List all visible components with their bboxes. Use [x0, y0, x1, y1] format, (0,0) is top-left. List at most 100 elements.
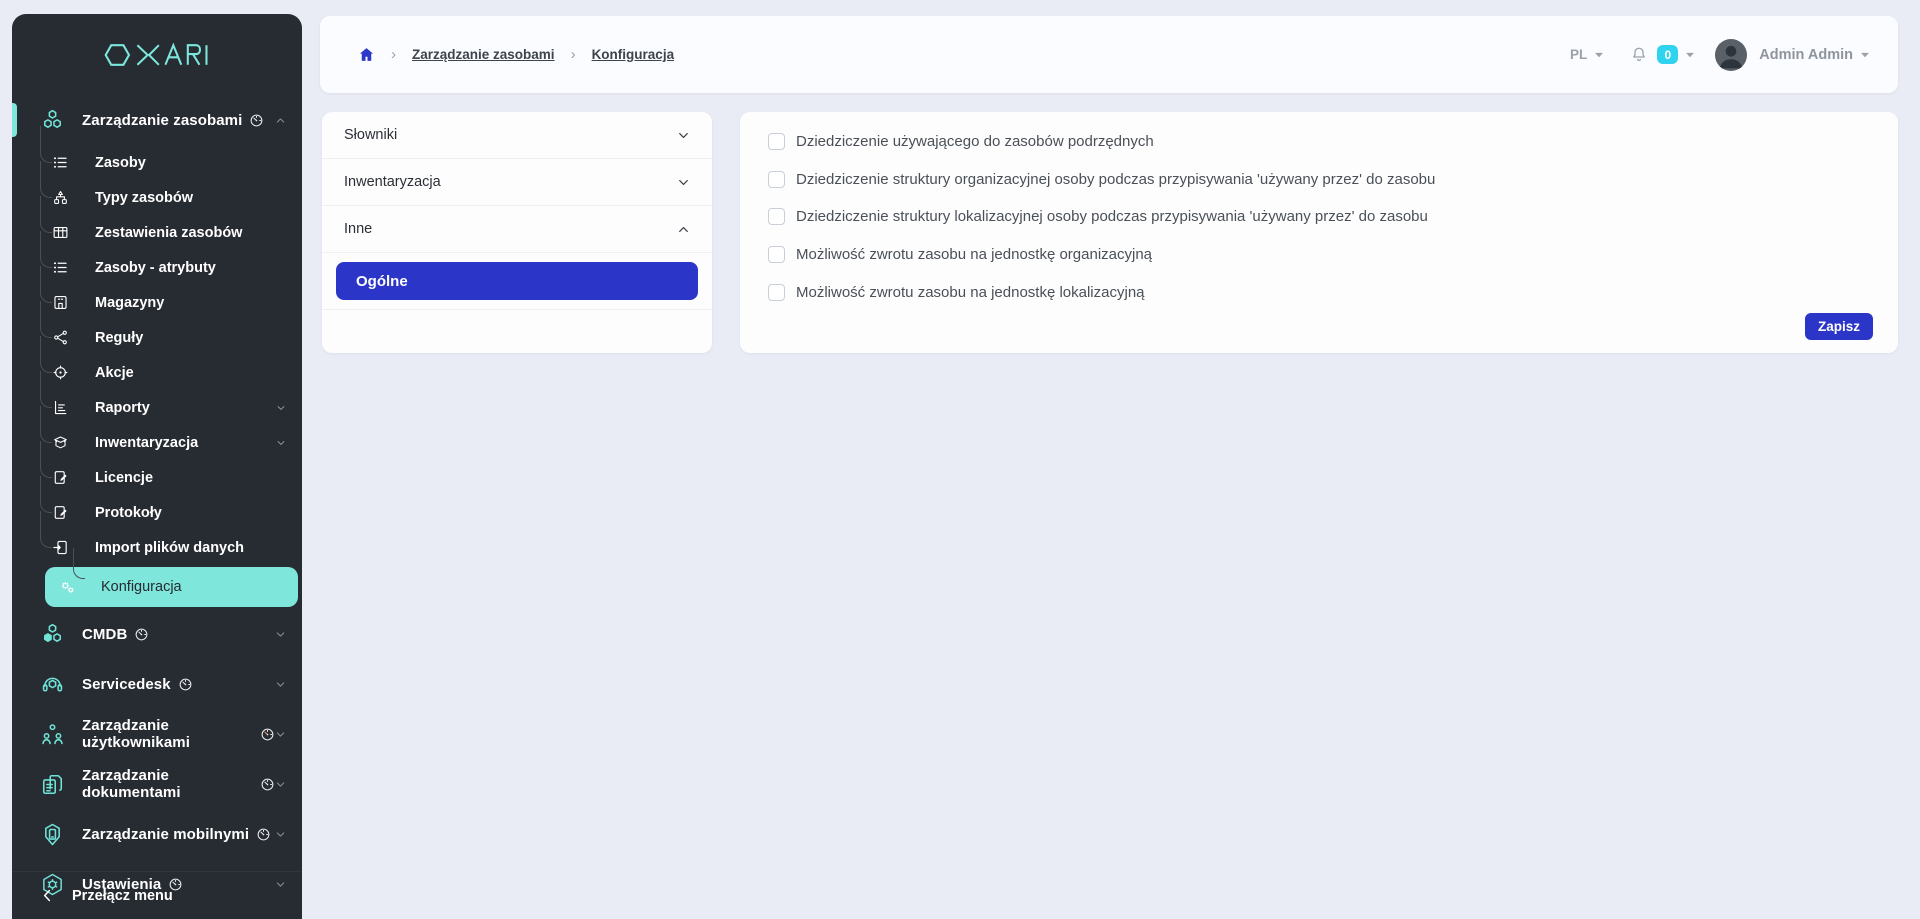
accordion-section-slowniki[interactable]: Słowniki: [322, 112, 712, 159]
chevron-down-icon: [275, 729, 286, 740]
sidebar-item-label: Reguły: [95, 330, 143, 346]
share-icon: [52, 329, 69, 346]
chevron-down-icon: [276, 403, 286, 413]
sidebar-item-zarządzanie-mobilnymi[interactable]: Zarządzanie mobilnymi: [12, 809, 302, 859]
sidebar-item-zasoby[interactable]: Zasoby: [12, 145, 302, 180]
sidebar-item-label: Protokoły: [95, 505, 162, 521]
chevron-down-icon: [275, 779, 286, 790]
accordion-section-label: Inwentaryzacja: [344, 174, 441, 190]
hierarchy-icon: [52, 189, 69, 206]
gauge-icon: [256, 827, 271, 842]
setting-row: Możliwość zwrotu zasobu na jednostkę org…: [768, 236, 1872, 274]
accordion-section-inwentaryzacja[interactable]: Inwentaryzacja: [322, 159, 712, 206]
chevron-down-icon[interactable]: [1860, 51, 1870, 59]
sidebar-item-zarządzanie-użytkownikami[interactable]: Zarządzanie użytkownikami: [12, 709, 302, 759]
table-icon: [52, 224, 69, 241]
sidebar-item-label: Licencje: [95, 470, 153, 486]
sidebar-item-label: Zestawienia zasobów: [95, 225, 242, 241]
sidebar-item-label: Konfiguracja: [101, 579, 182, 595]
list-icon: [52, 259, 69, 276]
sidebar-item-reguły[interactable]: Reguły: [12, 320, 302, 355]
notifications-count-badge[interactable]: 0: [1657, 45, 1678, 64]
sidebar-item-label: Zasoby: [95, 155, 146, 171]
gauge-icon: [260, 727, 275, 742]
sidebar-item-label: Import plików danych: [95, 540, 244, 556]
users-icon: [40, 722, 65, 747]
checkbox[interactable]: [768, 208, 785, 225]
mobile-icon: [40, 822, 65, 847]
sidebar-item-zarządzanie-zasobami[interactable]: Zarządzanie zasobami: [12, 95, 302, 145]
checkbox[interactable]: [768, 284, 785, 301]
chevron-up-icon: [677, 223, 690, 236]
chevron-down-icon: [276, 438, 286, 448]
notifications-bell-icon[interactable]: [1630, 45, 1648, 64]
checkbox[interactable]: [768, 171, 785, 188]
sidebar-item-magazyny[interactable]: Magazyny: [12, 285, 302, 320]
gauge-icon: [260, 777, 275, 792]
save-button[interactable]: Zapisz: [1805, 313, 1873, 340]
sidebar-nav: Zarządzanie zasobami Zasoby Typy zasobów Ze…: [12, 95, 302, 909]
sidebar-item-protokoły[interactable]: Protokoły: [12, 495, 302, 530]
setting-row: Dziedziczenie używającego do zasobów pod…: [768, 123, 1872, 161]
sidebar-item-inwentaryzacja[interactable]: Inwentaryzacja: [12, 425, 302, 460]
chevron-down-icon: [677, 129, 690, 142]
user-menu[interactable]: Admin Admin: [1759, 47, 1853, 63]
checkbox[interactable]: [768, 246, 785, 263]
accordion-section-label: Inne: [344, 221, 372, 237]
oxari-logo-icon: [91, 41, 223, 69]
gauge-icon: [249, 113, 264, 128]
chevron-down-icon[interactable]: [1685, 51, 1695, 59]
sidebar-item-raporty[interactable]: Raporty: [12, 390, 302, 425]
accordion-body-inne: Ogólne: [322, 253, 712, 310]
chevron-down-icon[interactable]: [1594, 51, 1604, 59]
breadcrumb-link-konfiguracja[interactable]: Konfiguracja: [592, 47, 675, 62]
checkbox[interactable]: [768, 133, 785, 150]
sidebar-item-zasoby-atrybuty[interactable]: Zasoby - atrybuty: [12, 250, 302, 285]
chevron-down-icon: [677, 176, 690, 189]
sidebar-item-zarządzanie-dokumentami[interactable]: Zarządzanie dokumentami: [12, 759, 302, 809]
accordion-section-label: Słowniki: [344, 127, 397, 143]
accordion-item-ogolne[interactable]: Ogólne: [336, 262, 698, 300]
sidebar-item-label: CMDB: [82, 626, 127, 643]
sidebar-item-zestawienia-zasobów[interactable]: Zestawienia zasobów: [12, 215, 302, 250]
sidebar-item-cmdb[interactable]: CMDB: [12, 609, 302, 659]
chevron-down-icon: [275, 679, 286, 690]
accordion-section-inne[interactable]: Inne: [322, 206, 712, 253]
sidebar-subtree: Zasoby Typy zasobów Zestawienia zasobów Zas…: [12, 145, 302, 607]
doc-edit-icon: [52, 469, 69, 486]
language-selector[interactable]: PL: [1570, 47, 1587, 62]
breadcrumb: › Zarządzanie zasobami › Konfiguracja: [358, 46, 674, 63]
sidebar-item-typy-zasobów[interactable]: Typy zasobów: [12, 180, 302, 215]
home-icon[interactable]: [358, 46, 375, 63]
list-icon: [52, 154, 69, 171]
doc-edit-icon: [52, 504, 69, 521]
sidebar-item-konfiguracja[interactable]: Konfiguracja: [45, 567, 298, 607]
checkbox-label: Dziedziczenie struktury lokalizacyjnej o…: [796, 208, 1428, 225]
sidebar-item-akcje[interactable]: Akcje: [12, 355, 302, 390]
setting-row: Dziedziczenie struktury lokalizacyjnej o…: [768, 198, 1872, 236]
gauge-icon: [134, 627, 149, 642]
oxari-logo[interactable]: [12, 14, 302, 85]
import-file-icon: [52, 539, 69, 556]
avatar[interactable]: [1715, 39, 1747, 71]
topbar: › Zarządzanie zasobami › Konfiguracja PL…: [320, 16, 1898, 93]
setting-row: Dziedziczenie struktury organizacyjnej o…: [768, 161, 1872, 199]
hex-cluster-filled-icon: [40, 622, 65, 647]
chevron-left-icon: [40, 888, 55, 903]
breadcrumb-separator: ›: [571, 46, 576, 63]
sidebar-item-licencje[interactable]: Licencje: [12, 460, 302, 495]
breadcrumb-link-zarzadzanie-zasobami[interactable]: Zarządzanie zasobami: [412, 47, 555, 62]
sidebar: Zarządzanie zasobami Zasoby Typy zasobów Ze…: [12, 14, 302, 919]
breadcrumb-separator: ›: [391, 46, 396, 63]
checkbox-label: Możliwość zwrotu zasobu na jednostkę lok…: [796, 284, 1145, 301]
sidebar-item-import-plików-danych[interactable]: Import plików danych: [12, 530, 302, 565]
documents-icon: [40, 772, 65, 797]
sidebar-item-label: Akcje: [95, 365, 134, 381]
sidebar-item-label: Zarządzanie mobilnymi: [82, 826, 249, 843]
sidebar-item-label: Servicedesk: [82, 676, 171, 693]
config-categories-panel: Słowniki Inwentaryzacja Inne Ogólne: [322, 112, 712, 353]
sidebar-item-servicedesk[interactable]: Servicedesk: [12, 659, 302, 709]
config-settings-panel: Dziedziczenie używającego do zasobów pod…: [740, 112, 1898, 353]
sidebar-toggle-menu[interactable]: Przełącz menu: [12, 871, 302, 919]
sidebar-item-label: Zarządzanie dokumentami: [82, 767, 253, 801]
